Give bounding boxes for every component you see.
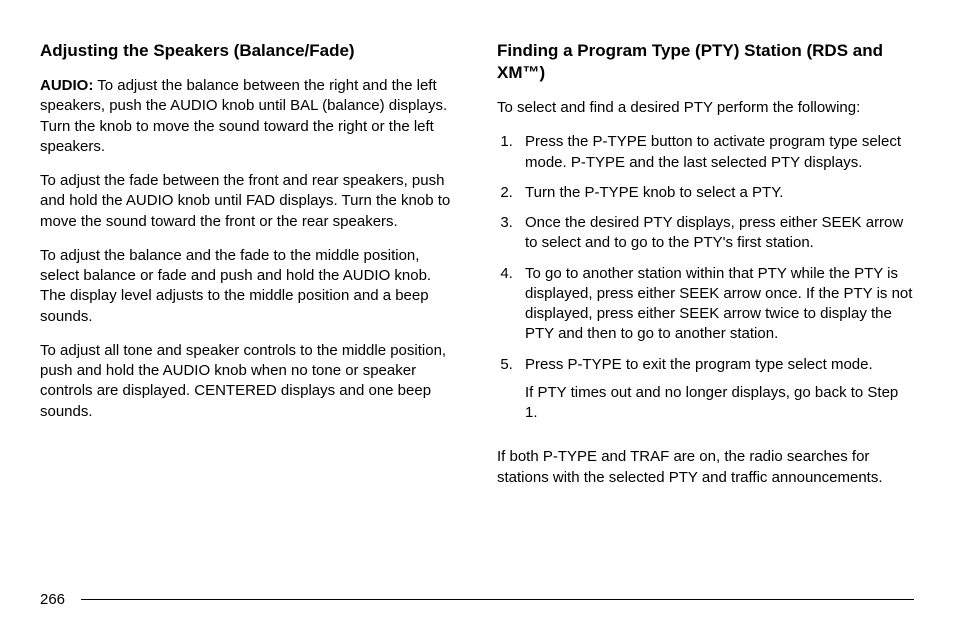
content-area: Adjusting the Speakers (Balance/Fade) AU… (40, 40, 914, 580)
right-column: Finding a Program Type (PTY) Station (RD… (497, 40, 914, 580)
footer-line (81, 599, 914, 601)
right-intro: To select and find a desired PTY perform… (497, 98, 914, 118)
list-item: Once the desired PTY displays, press eit… (517, 213, 914, 254)
list-item: Press the P-TYPE button to activate prog… (517, 132, 914, 173)
right-outro: If both P-TYPE and TRAF are on, the radi… (497, 447, 914, 488)
step-text: To go to another station within that PTY… (525, 265, 912, 343)
page-number: 266 (40, 591, 65, 608)
right-heading: Finding a Program Type (PTY) Station (RD… (497, 40, 914, 84)
audio-label: AUDIO: (40, 77, 93, 94)
left-para-1: AUDIO: To adjust the balance between the… (40, 76, 457, 157)
list-item: Turn the P-TYPE knob to select a PTY. (517, 183, 914, 203)
step-text: Press the P-TYPE button to activate prog… (525, 133, 901, 170)
list-item: Press P-TYPE to exit the program type se… (517, 355, 914, 424)
left-column: Adjusting the Speakers (Balance/Fade) AU… (40, 40, 457, 580)
steps-list: Press the P-TYPE button to activate prog… (517, 132, 914, 433)
step-text: Turn the P-TYPE knob to select a PTY. (525, 184, 783, 201)
left-para-3: To adjust the balance and the fade to th… (40, 246, 457, 327)
left-para-2: To adjust the fade between the front and… (40, 171, 457, 232)
step-sub: If PTY times out and no longer displays,… (525, 383, 914, 424)
step-text: Press P-TYPE to exit the program type se… (525, 356, 873, 373)
left-para-1-text: To adjust the balance between the right … (40, 77, 447, 155)
list-item: To go to another station within that PTY… (517, 264, 914, 345)
left-heading: Adjusting the Speakers (Balance/Fade) (40, 40, 457, 62)
page-footer: 266 (40, 591, 914, 608)
left-para-4: To adjust all tone and speaker controls … (40, 341, 457, 422)
step-text: Once the desired PTY displays, press eit… (525, 214, 903, 251)
